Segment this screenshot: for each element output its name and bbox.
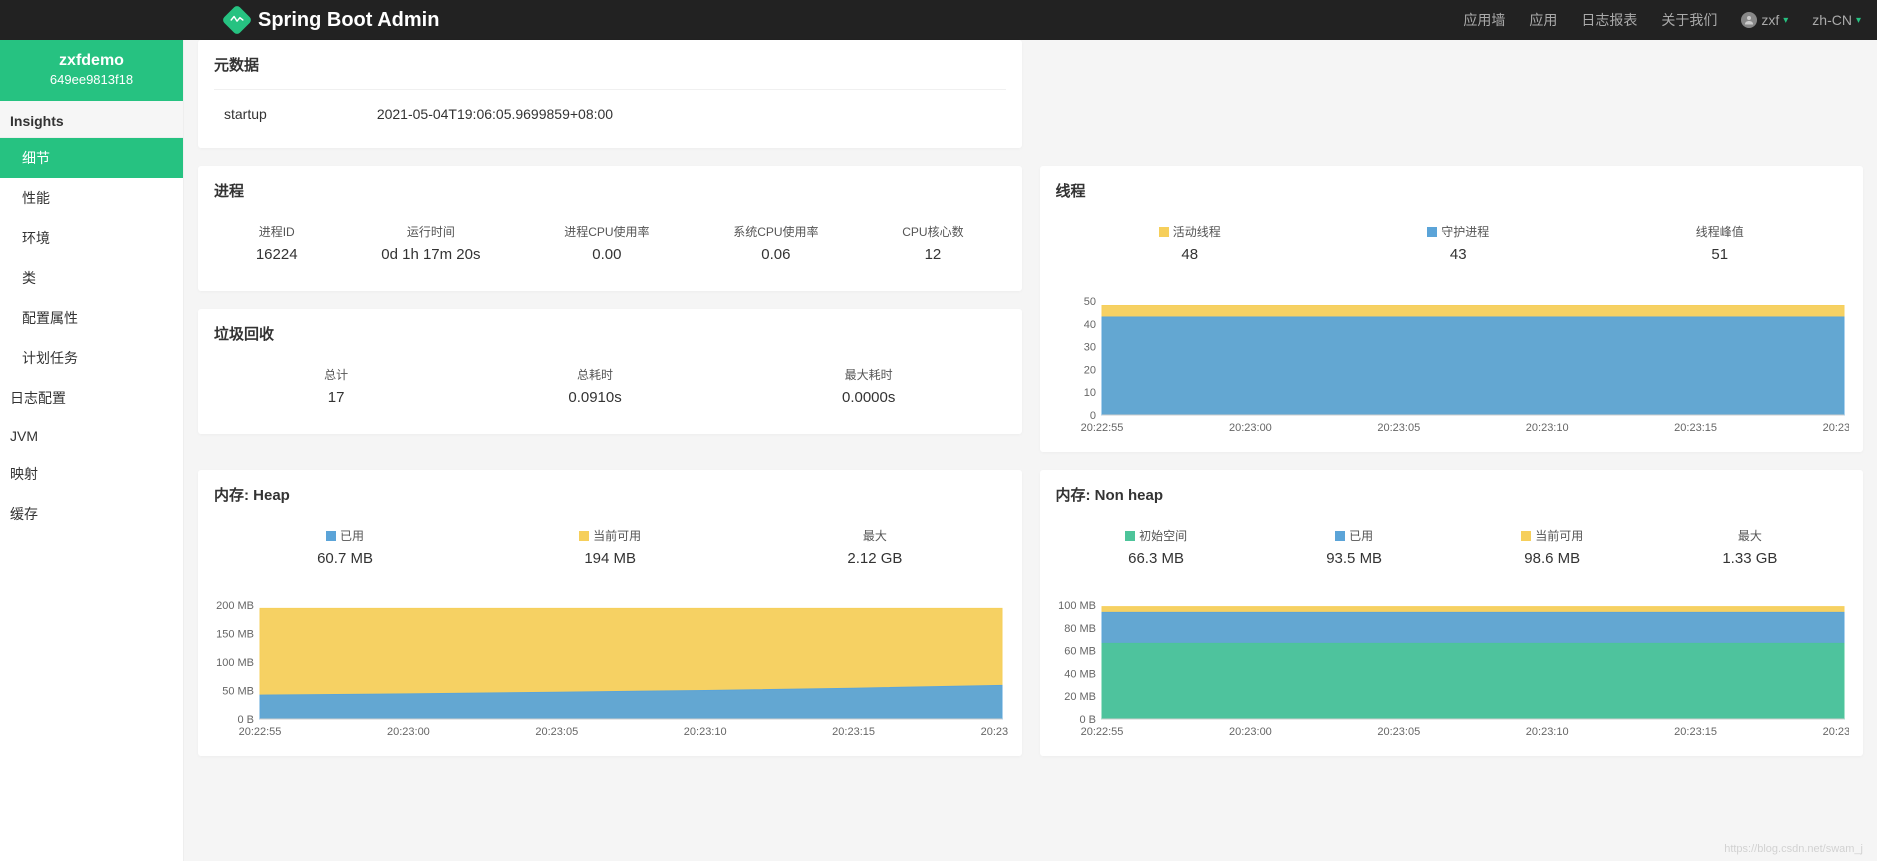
sidebar-item-classes[interactable]: 类: [0, 258, 183, 298]
sidebar-item-details[interactable]: 细节: [0, 138, 183, 178]
svg-text:20:23:10: 20:23:10: [1525, 422, 1568, 434]
svg-text:0: 0: [1089, 410, 1095, 422]
svg-text:80 MB: 80 MB: [1064, 623, 1096, 635]
user-icon: [1741, 12, 1757, 28]
svg-text:20:22:55: 20:22:55: [1080, 726, 1123, 738]
top-nav: Spring Boot Admin 应用墙 应用 日志报表 关于我们 zxf ▾…: [0, 0, 1877, 40]
sidebar-item-config[interactable]: 配置属性: [0, 298, 183, 338]
sidebar: zxfdemo 649ee9813f18 Insights 细节 性能 环境 类…: [0, 40, 184, 861]
svg-text:20:23:20: 20:23:20: [981, 726, 1008, 738]
sidebar-item-tasks[interactable]: 计划任务: [0, 338, 183, 378]
svg-text:20:22:55: 20:22:55: [239, 726, 282, 738]
sidebar-item-mappings[interactable]: 映射: [0, 454, 183, 494]
watermark: https://blog.csdn.net/swam_j: [1724, 843, 1863, 855]
meta-value: 2021-05-04T19:06:05.9699859+08:00: [377, 106, 613, 122]
card-title: 线程: [1040, 166, 1864, 215]
meta-key: startup: [224, 106, 267, 122]
card-title: 内存: Heap: [198, 470, 1022, 519]
svg-text:10: 10: [1083, 387, 1095, 399]
card-heap: 内存: Heap 已用60.7 MB当前可用194 MB最大2.12 GB 0 …: [198, 470, 1022, 756]
card-nonheap: 内存: Non heap 初始空间66.3 MB已用93.5 MB当前可用98.…: [1040, 470, 1864, 756]
svg-text:20:23:15: 20:23:15: [1674, 726, 1717, 738]
sidebar-item-jvm[interactable]: JVM: [0, 418, 183, 454]
nav-item[interactable]: 应用: [1529, 10, 1557, 30]
svg-text:20:23:20: 20:23:20: [1822, 726, 1849, 738]
card-metadata: 元数据 startup 2021-05-04T19:06:05.9699859+…: [198, 40, 1022, 148]
svg-text:60 MB: 60 MB: [1064, 646, 1096, 658]
card-title: 进程: [198, 166, 1022, 215]
svg-text:20:23:00: 20:23:00: [1228, 422, 1271, 434]
svg-text:30: 30: [1083, 342, 1095, 354]
svg-text:50: 50: [1083, 297, 1095, 308]
svg-text:0 B: 0 B: [1079, 714, 1096, 726]
card-title: 内存: Non heap: [1040, 470, 1864, 519]
sidebar-section-insights[interactable]: Insights: [0, 101, 183, 138]
nav-right: 应用墙 应用 日志报表 关于我们 zxf ▾ zh-CN ▾: [1463, 10, 1861, 30]
svg-text:40 MB: 40 MB: [1064, 668, 1096, 680]
svg-text:50 MB: 50 MB: [222, 686, 254, 698]
nav-item[interactable]: 关于我们: [1661, 10, 1717, 30]
svg-text:0 B: 0 B: [237, 714, 254, 726]
nav-item[interactable]: 日志报表: [1581, 10, 1637, 30]
sidebar-item-caches[interactable]: 缓存: [0, 494, 183, 534]
svg-text:20:23:10: 20:23:10: [1525, 726, 1568, 738]
svg-text:150 MB: 150 MB: [216, 629, 254, 641]
chevron-down-icon: ▾: [1856, 15, 1861, 26]
svg-text:20:23:05: 20:23:05: [535, 726, 578, 738]
card-title: 垃圾回收: [198, 309, 1022, 358]
svg-text:20:23:20: 20:23:20: [1822, 422, 1849, 434]
svg-text:20:23:15: 20:23:15: [832, 726, 875, 738]
sidebar-item-env[interactable]: 环境: [0, 218, 183, 258]
heap-chart: 0 B 50 MB 100 MB 150 MB 200 MB 20:22:55 20:23:…: [212, 601, 1008, 741]
app-logo-icon: [221, 4, 252, 35]
card-threads: 线程 活动线程48守护进程43线程峰值51 0102030405020:22:5…: [1040, 166, 1864, 452]
svg-text:20:22:55: 20:22:55: [1080, 422, 1123, 434]
sidebar-instance-id: 649ee9813f18: [0, 72, 183, 87]
sidebar-app-name: zxfdemo: [0, 52, 183, 70]
sidebar-item-log-config[interactable]: 日志配置: [0, 378, 183, 418]
svg-text:20:23:00: 20:23:00: [1228, 726, 1271, 738]
card-title: 元数据: [198, 40, 1022, 89]
nav-locale[interactable]: zh-CN ▾: [1812, 12, 1861, 28]
svg-text:100 MB: 100 MB: [1058, 601, 1096, 612]
svg-text:20: 20: [1083, 364, 1095, 376]
sidebar-item-performance[interactable]: 性能: [0, 178, 183, 218]
nav-item[interactable]: 应用墙: [1463, 10, 1505, 30]
chevron-down-icon: ▾: [1783, 15, 1788, 26]
sidebar-header: zxfdemo 649ee9813f18: [0, 40, 183, 101]
svg-text:20:23:10: 20:23:10: [684, 726, 727, 738]
svg-text:20 MB: 20 MB: [1064, 691, 1096, 703]
svg-text:20:23:05: 20:23:05: [1377, 726, 1420, 738]
card-process: 进程 进程ID16224运行时间0d 1h 17m 20s进程CPU使用率0.0…: [198, 166, 1022, 291]
svg-text:40: 40: [1083, 319, 1095, 331]
app-title: Spring Boot Admin: [258, 9, 439, 32]
svg-text:20:23:05: 20:23:05: [1377, 422, 1420, 434]
svg-text:20:23:00: 20:23:00: [387, 726, 430, 738]
svg-text:100 MB: 100 MB: [216, 657, 254, 669]
svg-text:20:23:15: 20:23:15: [1674, 422, 1717, 434]
nonheap-chart: 0 B 20 MB 40 MB 60 MB 80 MB 100 MB 20:22:55 20:…: [1054, 601, 1850, 741]
nav-user[interactable]: zxf ▾: [1741, 12, 1788, 28]
svg-text:200 MB: 200 MB: [216, 601, 254, 612]
card-gc: 垃圾回收 总计17总耗时0.0910s最大耗时0.0000s: [198, 309, 1022, 434]
threads-chart: 0 10 20 30 40 50 20:22:55 20:23:00 20:23:05 20:23…: [1054, 297, 1850, 437]
